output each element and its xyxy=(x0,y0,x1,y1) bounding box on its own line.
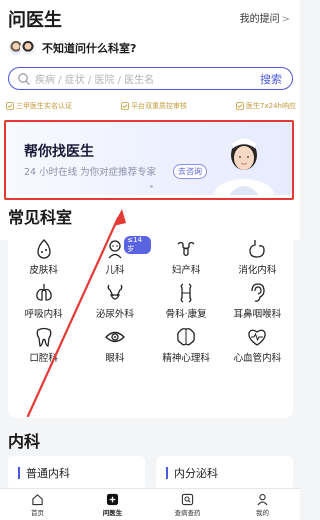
tab-label: 我的 xyxy=(256,508,269,517)
department-urology[interactable]: 泌尿外科 xyxy=(79,282,150,326)
page-title: 问医生 xyxy=(8,10,62,31)
search-icon xyxy=(18,72,30,85)
home-icon xyxy=(32,493,43,505)
lungs-icon xyxy=(35,284,52,301)
ear-icon xyxy=(251,283,266,302)
avatar xyxy=(20,40,36,56)
bone-icon xyxy=(180,283,192,303)
my-questions-label: 我的提问 xyxy=(239,14,280,25)
department-label: 呼吸内科 xyxy=(24,309,63,320)
brain-icon xyxy=(177,328,196,346)
trust-badge-label: 医生7x24h响应 xyxy=(246,102,296,110)
tab-ask-doctor[interactable]: 问医生 xyxy=(83,493,143,517)
trust-badge: 三甲医生实名认证 xyxy=(6,101,72,111)
subdepartment-card[interactable]: 内分泌科 xyxy=(156,456,293,490)
department-label: 眼科 xyxy=(105,353,125,364)
departments-grid: 皮肤科 儿科 ≤14岁 妇产科 消化内科 呼吸内科 泌尿外科 骨科·康复 耳鼻咽… xyxy=(8,230,293,418)
search-drug-icon xyxy=(181,493,194,505)
departments-title: 常见科室 xyxy=(8,208,73,227)
search-input[interactable]: 疾病 / 症状 / 医院 / 医生名 搜索 xyxy=(8,67,293,90)
uterus-icon xyxy=(177,241,195,257)
tab-label: 查病查药 xyxy=(174,508,201,517)
check-icon xyxy=(6,102,14,110)
profile-icon xyxy=(257,493,268,505)
my-questions-link[interactable]: 我的提问 > xyxy=(240,10,290,25)
department-gastro[interactable]: 消化内科 xyxy=(222,238,293,282)
department-dental[interactable]: 口腔科 xyxy=(8,326,79,370)
department-pediatrics[interactable]: 儿科 ≤14岁 xyxy=(79,236,151,282)
tab-home[interactable]: 首页 xyxy=(8,493,68,517)
accent-bar xyxy=(166,467,168,479)
department-label: 口腔科 xyxy=(29,353,58,364)
department-respiratory[interactable]: 呼吸内科 xyxy=(8,282,79,326)
internal-medicine-title: 内科 xyxy=(8,432,41,451)
eye-icon xyxy=(104,331,125,343)
department-guide[interactable]: 不知道问什么科室? xyxy=(8,40,136,56)
department-skin[interactable]: 皮肤科 xyxy=(8,238,79,282)
annotation-highlight-box xyxy=(4,120,294,200)
trust-badges: 三甲医生实名认证 平台双重质控审核 医生7x24h响应 xyxy=(6,101,296,111)
subdepartment-label: 内分泌科 xyxy=(174,467,218,480)
department-label: 泌尿外科 xyxy=(95,309,134,320)
department-label: 消化内科 xyxy=(238,265,277,276)
ask-doctor-icon xyxy=(106,493,119,505)
department-label: 骨科·康复 xyxy=(165,309,207,320)
heart-icon xyxy=(248,329,267,346)
department-guide-label: 不知道问什么科室? xyxy=(42,42,137,55)
subdepartment-label: 普通内科 xyxy=(26,467,70,480)
skin-icon xyxy=(36,239,51,259)
trust-badge: 医生7x24h响应 xyxy=(236,101,296,111)
department-label: 心血管内科 xyxy=(233,353,282,364)
tab-label: 首页 xyxy=(31,508,44,517)
tab-profile[interactable]: 我的 xyxy=(233,493,293,517)
department-psychiatry[interactable]: 精神心理科 xyxy=(151,326,222,370)
search-placeholder: 疾病 / 症状 / 医院 / 医生名 xyxy=(35,75,155,86)
department-label: 妇产科 xyxy=(171,265,201,276)
subdepartment-card[interactable]: 普通内科 xyxy=(8,456,145,490)
age-badge: ≤14岁 xyxy=(124,236,151,254)
tab-label: 问医生 xyxy=(102,508,123,517)
tooth-icon xyxy=(36,327,52,347)
trust-badge-label: 平台双重质控审核 xyxy=(131,102,188,110)
department-cardiology[interactable]: 心血管内科 xyxy=(222,326,293,370)
bottom-tab-bar: 首页 问医生 查病查药 我的 xyxy=(0,488,300,520)
stomach-icon xyxy=(249,240,266,258)
department-label: 精神心理科 xyxy=(162,353,210,364)
chevron-right-icon: > xyxy=(281,14,290,25)
trust-badge: 平台双重质控审核 xyxy=(121,101,187,111)
tab-search-drug[interactable]: 查病查药 xyxy=(158,493,218,517)
search-button[interactable]: 搜索 xyxy=(260,71,282,87)
internal-medicine-list: 普通内科 内分泌科 xyxy=(8,456,293,490)
trust-badge-label: 三甲医生实名认证 xyxy=(16,102,72,110)
department-label: 耳鼻咽喉科 xyxy=(233,309,282,320)
child-icon xyxy=(108,240,122,259)
department-label: 儿科 xyxy=(105,265,125,276)
check-icon xyxy=(121,102,129,110)
department-obgyn[interactable]: 妇产科 xyxy=(151,238,222,282)
department-label: 皮肤科 xyxy=(29,265,58,276)
department-orthopedics[interactable]: 骨科·康复 xyxy=(151,282,222,326)
department-ent[interactable]: 耳鼻咽喉科 xyxy=(222,282,293,326)
check-icon xyxy=(236,102,244,110)
department-ophthalmology[interactable]: 眼科 xyxy=(79,326,150,370)
urinary-icon xyxy=(107,284,123,300)
accent-bar xyxy=(18,467,20,479)
doctor-avatars xyxy=(8,40,36,56)
